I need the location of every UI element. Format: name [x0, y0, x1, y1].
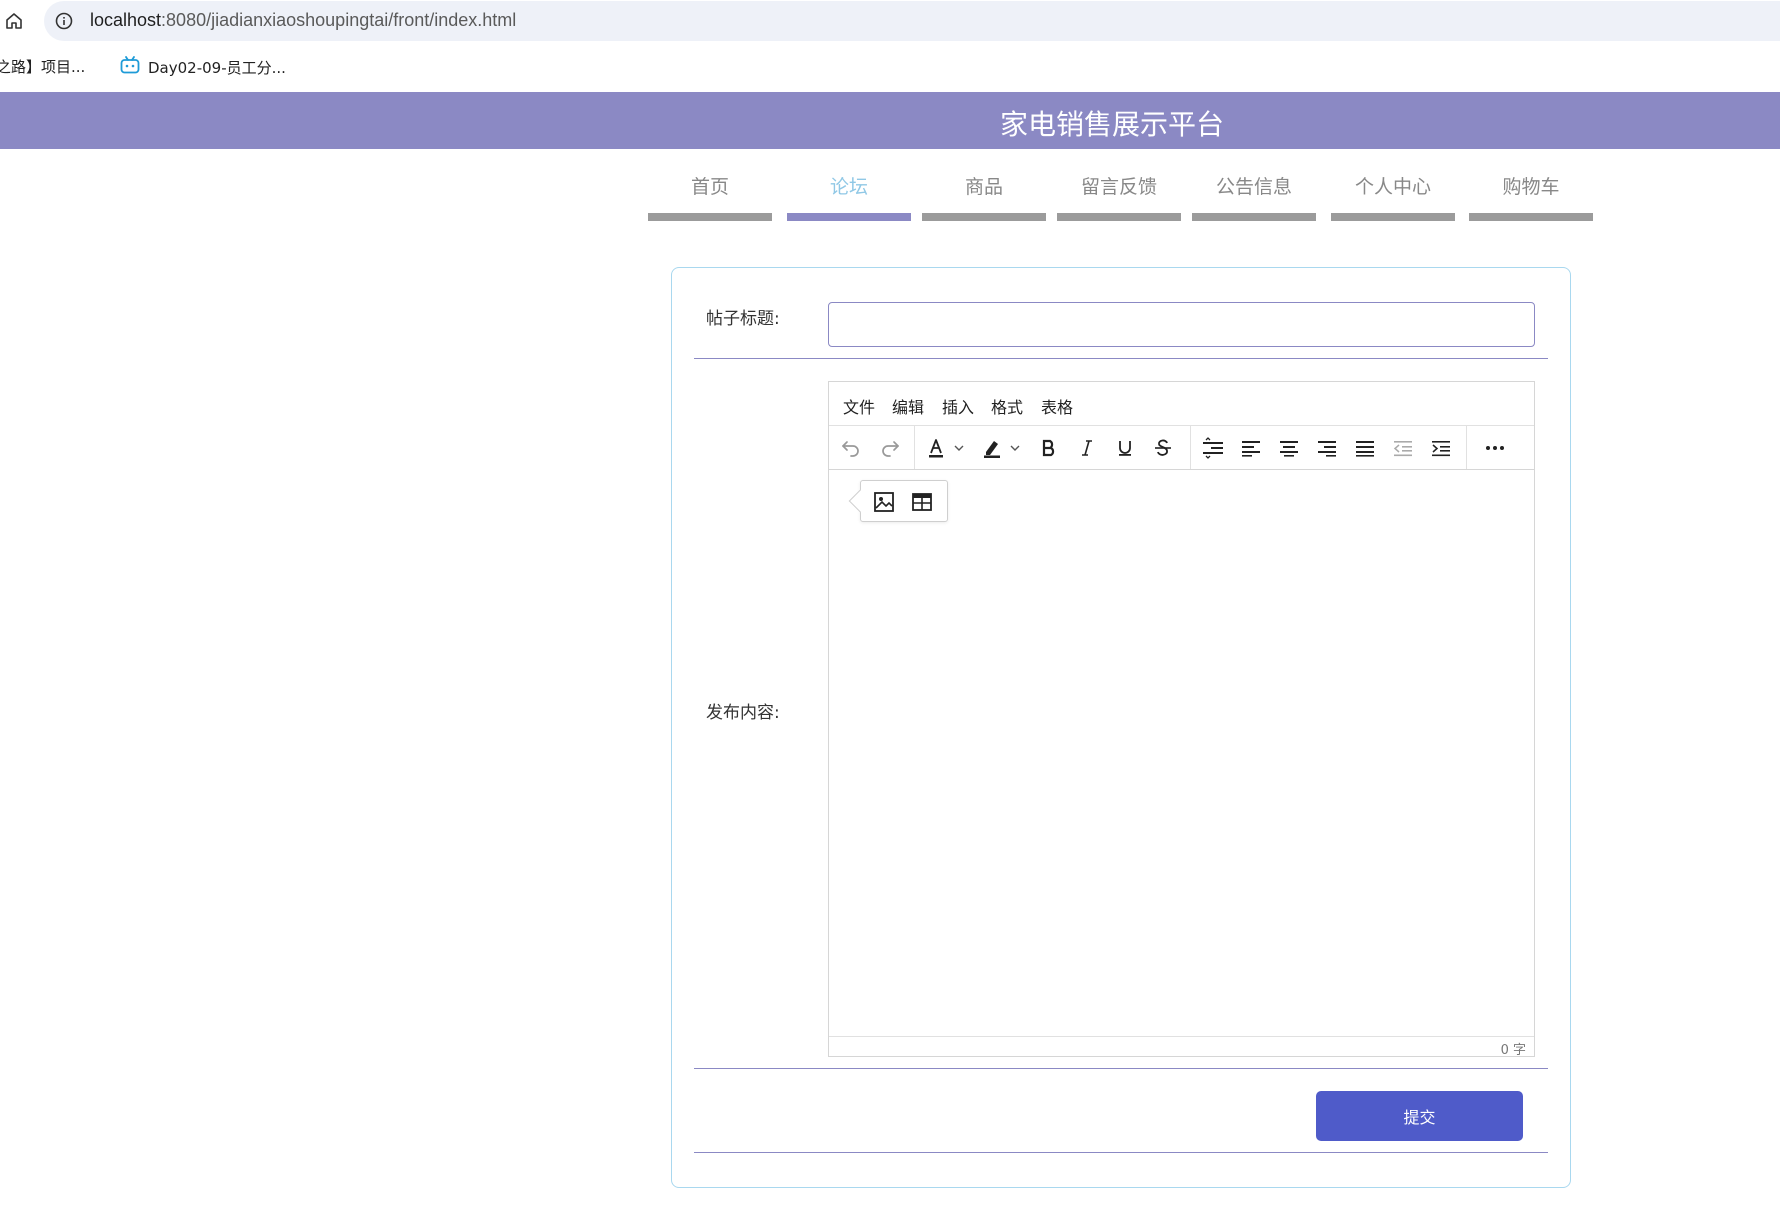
browser-address-bar: localhost:8080/jiadianxiaoshoupingtai/fr… — [0, 0, 1780, 42]
word-count: 0 字 — [1500, 1043, 1526, 1058]
bookmark-label: Day02-09-员工分... — [148, 58, 286, 77]
site-info-icon[interactable] — [54, 11, 74, 31]
bookmarks-bar: 之路】项目... Day02-09-员工分... — [0, 42, 1780, 92]
nav-underline — [787, 213, 911, 221]
nav-label: 购物车 — [1502, 176, 1560, 198]
nav-item-products[interactable]: 商品 — [922, 175, 1046, 221]
post-title-label: 帖子标题: — [706, 309, 780, 329]
site-header: 家电销售展示平台 — [0, 92, 1780, 149]
strikethrough-icon[interactable] — [1149, 434, 1177, 462]
align-right-icon[interactable] — [1313, 434, 1341, 462]
nav-underline — [1469, 213, 1593, 221]
nav-item-announcements[interactable]: 公告信息 — [1192, 175, 1316, 221]
editor-statusbar: 0 字 — [829, 1036, 1534, 1058]
home-icon[interactable] — [2, 9, 26, 33]
url-text[interactable]: localhost:8080/jiadianxiaoshoupingtai/fr… — [90, 10, 516, 31]
nav-label: 商品 — [964, 176, 1003, 198]
bold-icon[interactable] — [1035, 434, 1063, 462]
nav-item-home[interactable]: 首页 — [648, 175, 772, 221]
highlight-icon[interactable] — [981, 434, 1027, 462]
editor-menubar: 文件 编辑 插入 格式 表格 — [829, 382, 1534, 426]
nav-underline — [922, 213, 1046, 221]
bilibili-icon — [120, 56, 140, 78]
submit-button[interactable]: 提交 — [1316, 1091, 1523, 1141]
menu-format[interactable]: 格式 — [991, 394, 1023, 418]
indent-icon[interactable] — [1427, 434, 1455, 462]
image-icon[interactable] — [870, 488, 898, 516]
redo-icon[interactable] — [876, 434, 904, 462]
url-path: :8080/jiadianxiaoshoupingtai/front/index… — [161, 10, 517, 30]
toolbar-separator — [914, 426, 915, 469]
text-color-icon[interactable] — [925, 434, 971, 462]
nav-label: 留言反馈 — [1080, 176, 1157, 198]
post-content-label: 发布内容: — [706, 703, 780, 723]
bookmark-item[interactable]: Day02-09-员工分... — [120, 56, 286, 78]
row-divider — [694, 358, 1548, 359]
toolbar-separator — [1190, 426, 1191, 469]
underline-icon[interactable] — [1111, 434, 1139, 462]
nav-underline — [1331, 213, 1455, 221]
post-title-input[interactable] — [828, 302, 1535, 347]
nav-label: 公告信息 — [1215, 176, 1292, 198]
bookmark-label: 之路】项目... — [0, 58, 86, 76]
nav-label: 首页 — [690, 176, 729, 198]
outdent-icon[interactable] — [1389, 434, 1417, 462]
more-icon[interactable] — [1481, 434, 1509, 462]
bookmark-item[interactable]: 之路】项目... — [0, 56, 85, 77]
nav-underline — [1192, 213, 1316, 221]
menu-insert[interactable]: 插入 — [942, 394, 974, 418]
row-divider — [694, 1068, 1548, 1069]
menu-file[interactable]: 文件 — [843, 394, 875, 418]
nav-item-cart[interactable]: 购物车 — [1469, 175, 1593, 221]
editor-content-area[interactable] — [829, 470, 1534, 1017]
nav-label: 论坛 — [829, 176, 868, 198]
nav-item-feedback[interactable]: 留言反馈 — [1057, 175, 1181, 221]
quick-insert-toolbar — [848, 480, 948, 522]
nav-underline — [1057, 213, 1181, 221]
align-justify-icon[interactable] — [1351, 434, 1379, 462]
toolbar-separator — [1466, 426, 1467, 469]
nav-underline — [648, 213, 772, 221]
menu-edit[interactable]: 编辑 — [892, 394, 924, 418]
editor-toolbar — [829, 426, 1534, 470]
italic-icon[interactable] — [1073, 434, 1101, 462]
nav-item-forum[interactable]: 论坛 — [787, 175, 911, 221]
row-divider — [694, 1152, 1548, 1153]
url-host: localhost — [90, 10, 162, 30]
site-title: 家电销售展示平台 — [1000, 108, 1225, 141]
align-center-icon[interactable] — [1275, 434, 1303, 462]
align-left-icon[interactable] — [1237, 434, 1265, 462]
nav-label: 个人中心 — [1354, 176, 1431, 198]
table-icon[interactable] — [908, 488, 936, 516]
undo-icon[interactable] — [837, 434, 865, 462]
nav-item-profile[interactable]: 个人中心 — [1331, 175, 1455, 221]
line-height-icon[interactable] — [1199, 434, 1227, 462]
menu-table[interactable]: 表格 — [1041, 394, 1073, 418]
